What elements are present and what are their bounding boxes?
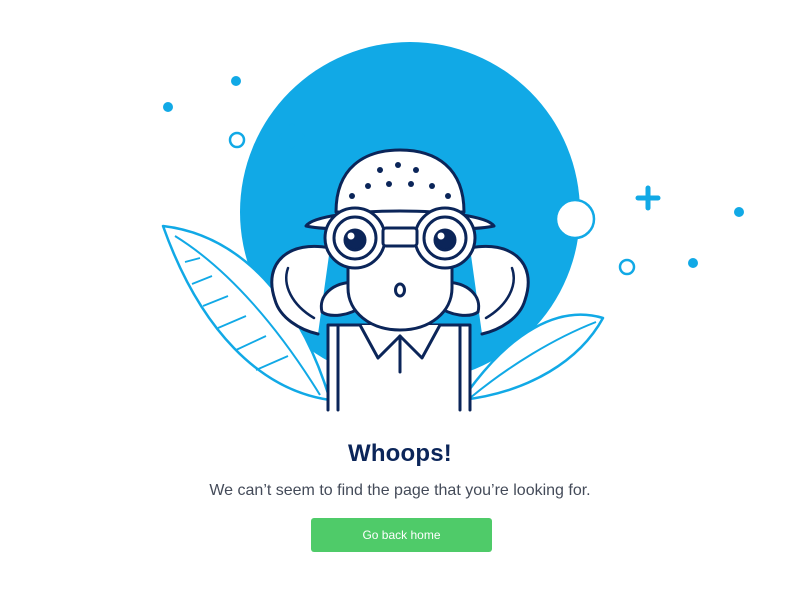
dot-sparkle-icon (688, 258, 698, 268)
ring-sparkle-icon (554, 198, 596, 240)
dot-sparkle-icon (231, 76, 241, 86)
error-message: We can’t seem to find the page that you’… (209, 482, 591, 499)
plus-sparkle-icon (635, 185, 661, 211)
ring-sparkle-icon (618, 258, 636, 276)
page-title: Whoops! (347, 440, 453, 467)
dot-sparkle-icon (734, 207, 744, 217)
ring-sparkle-icon (228, 131, 246, 149)
explorer-illustration (161, 42, 744, 412)
go-back-home-button[interactable]: Go back home (311, 518, 492, 552)
not-found-page: Whoops! We can’t seem to find the page t… (0, 0, 800, 600)
dot-sparkle-icon (163, 102, 173, 112)
